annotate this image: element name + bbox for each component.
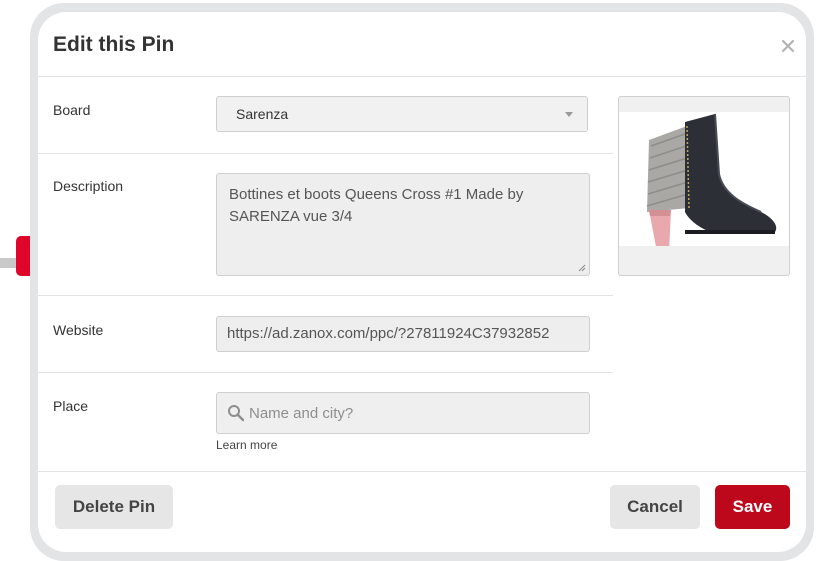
description-textarea[interactable]: Bottines et boots Queens Cross #1 Made b…: [216, 173, 590, 276]
resize-grip-icon[interactable]: [578, 264, 586, 272]
board-divider: [38, 153, 613, 154]
caret-down-icon: [565, 112, 573, 117]
place-label: Place: [53, 398, 89, 414]
close-icon[interactable]: [778, 36, 798, 56]
description-text: Bottines et boots Queens Cross #1 Made b…: [229, 186, 524, 225]
website-input[interactable]: https://ad.zanox.com/ppc/?27811924C37932…: [216, 316, 590, 352]
edit-pin-dialog: Edit this Pin Board Sarenza Description …: [38, 12, 806, 552]
pin-image-preview: [618, 96, 790, 276]
save-button[interactable]: Save: [715, 485, 790, 529]
cancel-button[interactable]: Cancel: [610, 485, 700, 529]
description-label: Description: [53, 178, 124, 194]
ankle-boot-illustration: [646, 113, 777, 252]
description-divider: [38, 295, 613, 296]
search-icon: [228, 405, 245, 422]
website-divider: [38, 372, 613, 373]
place-search-input[interactable]: Name and city?: [216, 392, 590, 434]
board-label: Board: [53, 102, 91, 118]
delete-pin-button[interactable]: Delete Pin: [55, 485, 173, 529]
board-selected-value: Sarenza: [236, 106, 289, 122]
website-label: Website: [53, 322, 104, 338]
board-select[interactable]: Sarenza: [216, 96, 588, 132]
footer-divider: [38, 471, 806, 472]
learn-more-link[interactable]: Learn more: [216, 438, 277, 452]
place-placeholder: Name and city?: [249, 405, 354, 422]
header-divider: [38, 76, 806, 77]
side-connector-bar: [0, 258, 16, 268]
pin-photo: [619, 112, 789, 252]
dialog-title: Edit this Pin: [53, 33, 175, 56]
